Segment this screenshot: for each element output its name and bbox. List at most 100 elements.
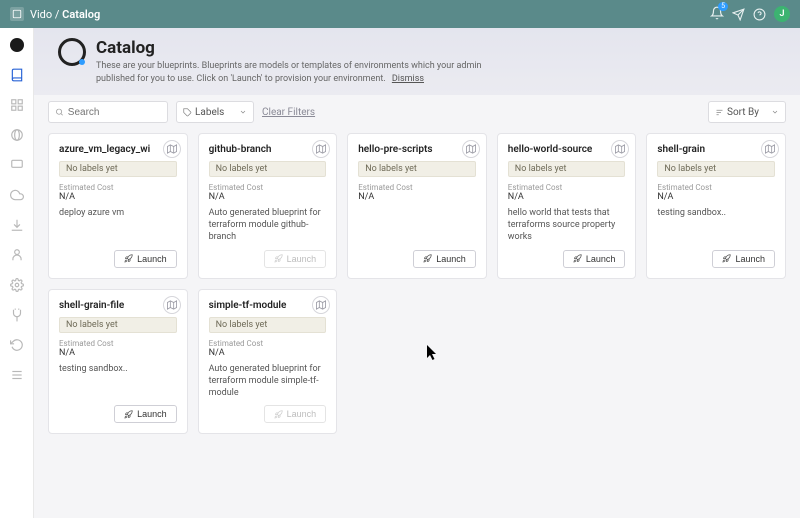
map-icon-button[interactable]: [611, 140, 629, 158]
search-icon: [55, 107, 64, 117]
rocket-icon: [722, 254, 731, 263]
card-description: testing sandbox..: [59, 363, 177, 399]
launch-label: Launch: [436, 254, 466, 264]
blueprint-card[interactable]: simple-tf-module No labels yet Estimated…: [198, 289, 338, 434]
notification-count: 5: [718, 2, 728, 11]
sidebar-item-cloud[interactable]: [6, 184, 28, 206]
blueprint-card[interactable]: github-branch No labels yet Estimated Co…: [198, 133, 338, 278]
sidebar-item-settings[interactable]: [6, 274, 28, 296]
space-icon[interactable]: [10, 7, 24, 21]
card-title: shell-grain: [657, 144, 775, 155]
catalog-banner: Catalog These are your blueprints. Bluep…: [34, 28, 800, 95]
card-description: testing sandbox..: [657, 207, 775, 243]
sort-icon: [715, 108, 724, 117]
map-icon: [615, 144, 625, 154]
blueprint-card[interactable]: shell-grain-file No labels yet Estimated…: [48, 289, 188, 434]
launch-button[interactable]: Launch: [114, 405, 177, 423]
sidebar-item-users[interactable]: [6, 244, 28, 266]
rocket-icon: [124, 410, 133, 419]
estimated-cost-label: Estimated Cost: [508, 183, 626, 192]
card-description: Auto generated blueprint for terraform m…: [209, 363, 327, 399]
map-icon-button[interactable]: [761, 140, 779, 158]
sidebar-item-plug[interactable]: [6, 304, 28, 326]
estimated-cost-label: Estimated Cost: [209, 183, 327, 192]
rocket-icon: [573, 254, 582, 263]
no-labels-tag: No labels yet: [358, 161, 476, 177]
help-icon[interactable]: [753, 8, 766, 21]
chevron-down-icon: [771, 108, 779, 116]
dismiss-link[interactable]: Dismiss: [392, 74, 424, 84]
map-icon: [466, 144, 476, 154]
launch-button[interactable]: Launch: [413, 250, 476, 268]
map-icon: [167, 300, 177, 310]
breadcrumb-space[interactable]: Vido: [30, 8, 52, 21]
send-icon[interactable]: [732, 8, 745, 21]
launch-label: Launch: [586, 254, 616, 264]
estimated-cost-label: Estimated Cost: [358, 183, 476, 192]
card-description: [358, 207, 476, 243]
notifications-button[interactable]: 5: [710, 6, 724, 23]
map-icon: [316, 144, 326, 154]
map-icon-button[interactable]: [462, 140, 480, 158]
page-subtitle: These are your blueprints. Blueprints ar…: [96, 60, 516, 85]
launch-button[interactable]: Launch: [114, 250, 177, 268]
blueprint-card[interactable]: shell-grain No labels yet Estimated Cost…: [646, 133, 786, 278]
sortby-dropdown[interactable]: Sort By: [708, 101, 786, 123]
banner-logo: [58, 38, 86, 66]
estimated-cost-value: N/A: [209, 348, 327, 358]
sidebar-item-catalog[interactable]: [6, 64, 28, 86]
no-labels-tag: No labels yet: [508, 161, 626, 177]
launch-label: Launch: [287, 409, 317, 419]
card-description: Auto generated blueprint for terraform m…: [209, 207, 327, 243]
catalog-grid: azure_vm_legacy_wi No labels yet Estimat…: [34, 133, 800, 448]
launch-button[interactable]: Launch: [563, 250, 626, 268]
search-input[interactable]: [68, 107, 161, 118]
rocket-icon: [423, 254, 432, 263]
page-title: Catalog: [96, 38, 516, 58]
card-title: simple-tf-module: [209, 300, 327, 311]
sidebar-item-download[interactable]: [6, 214, 28, 236]
map-icon-button[interactable]: [312, 140, 330, 158]
sidebar-item-history[interactable]: [6, 334, 28, 356]
launch-label: Launch: [137, 254, 167, 264]
clear-filters[interactable]: Clear Filters: [262, 107, 315, 118]
avatar[interactable]: J: [774, 6, 790, 22]
breadcrumb[interactable]: Vido / Catalog: [30, 8, 100, 21]
sidebar-item-environments[interactable]: [6, 94, 28, 116]
card-title: hello-pre-scripts: [358, 144, 476, 155]
sidebar-item-resources[interactable]: [6, 154, 28, 176]
estimated-cost-label: Estimated Cost: [59, 183, 177, 192]
rocket-icon: [274, 410, 283, 419]
card-description: hello world that tests that terraforms s…: [508, 207, 626, 243]
map-icon-button[interactable]: [163, 140, 181, 158]
filter-bar: Labels Clear Filters Sort By: [34, 95, 800, 133]
launch-button[interactable]: Launch: [712, 250, 775, 268]
no-labels-tag: No labels yet: [657, 161, 775, 177]
launch-label: Launch: [137, 409, 167, 419]
estimated-cost-value: N/A: [209, 192, 327, 202]
blueprint-card[interactable]: hello-pre-scripts No labels yet Estimate…: [347, 133, 487, 278]
map-icon-button[interactable]: [163, 296, 181, 314]
estimated-cost-value: N/A: [59, 192, 177, 202]
tag-icon: [183, 108, 192, 117]
estimated-cost-label: Estimated Cost: [59, 339, 177, 348]
card-description: deploy azure vm: [59, 207, 177, 243]
no-labels-tag: No labels yet: [59, 161, 177, 177]
estimated-cost-value: N/A: [358, 192, 476, 202]
card-title: shell-grain-file: [59, 300, 177, 311]
map-icon-button[interactable]: [312, 296, 330, 314]
estimated-cost-value: N/A: [657, 192, 775, 202]
blueprint-card[interactable]: azure_vm_legacy_wi No labels yet Estimat…: [48, 133, 188, 278]
sidebar-item-sliders[interactable]: [6, 364, 28, 386]
chevron-down-icon: [239, 108, 247, 116]
labels-dropdown[interactable]: Labels: [176, 101, 254, 123]
search-box[interactable]: [48, 101, 168, 123]
sidebar-item-repos[interactable]: [6, 124, 28, 146]
side-logo[interactable]: [6, 34, 28, 56]
sidebar: [0, 28, 34, 518]
blueprint-card[interactable]: hello-world-source No labels yet Estimat…: [497, 133, 637, 278]
main-content: Catalog These are your blueprints. Bluep…: [34, 28, 800, 518]
rocket-icon: [124, 254, 133, 263]
card-title: github-branch: [209, 144, 327, 155]
card-title: hello-world-source: [508, 144, 626, 155]
